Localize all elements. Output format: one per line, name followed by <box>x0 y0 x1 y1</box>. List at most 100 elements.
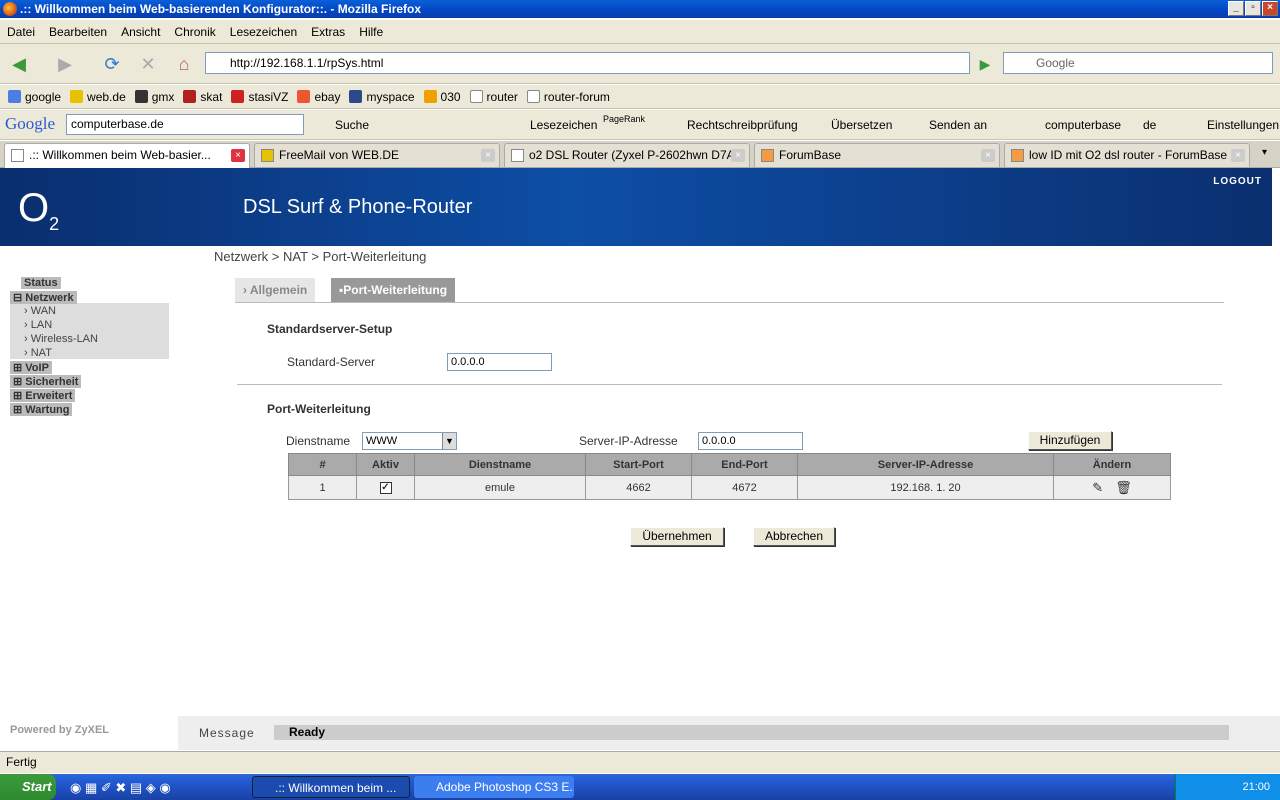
standard-server-input[interactable]: 0.0.0.0 <box>447 353 552 371</box>
myspace-icon <box>349 90 363 103</box>
port-forwarding-table: # Aktiv Dienstname Start-Port End-Port S… <box>288 453 1171 500</box>
message-bar: Message Ready <box>178 716 1280 750</box>
cancel-button[interactable]: Abbrechen <box>753 527 835 546</box>
close-tab-icon[interactable]: × <box>981 149 995 162</box>
menu-chronik[interactable]: Chronik <box>174 25 215 39</box>
close-tab-icon[interactable]: × <box>481 149 495 162</box>
bookmarks-toolbar: google web.de gmx skat stasiVZ ebay mysp… <box>0 85 1280 109</box>
logout-link[interactable]: LOGOUT <box>1213 176 1262 187</box>
sidebar-item-wireless-lan[interactable]: › Wireless-LAN <box>24 333 98 345</box>
settings-button[interactable]: Einstellungen <box>1207 118 1279 132</box>
send-to-button[interactable]: Senden an <box>929 118 987 132</box>
trash-icon[interactable]: 🗑 <box>1115 480 1132 495</box>
forumbase-icon <box>761 149 774 162</box>
bookmark-myspace[interactable]: myspace <box>349 90 415 104</box>
edit-icon[interactable]: ✎ <box>1092 480 1103 495</box>
tab-webde[interactable]: FreeMail von WEB.DE × <box>254 143 500 167</box>
page-icon <box>526 90 540 103</box>
bookmark-google[interactable]: google <box>8 90 61 104</box>
sidebar-item-nat[interactable]: › NAT <box>24 347 52 359</box>
dienstname-select[interactable]: WWW ▼ <box>362 432 457 450</box>
bookmark-ebay[interactable]: ebay <box>297 90 340 104</box>
menu-extras[interactable]: Extras <box>311 25 345 39</box>
system-tray: 21:00 <box>1175 774 1280 800</box>
bookmark-gmx[interactable]: gmx <box>134 90 174 104</box>
add-button[interactable]: Hinzufügen <box>1028 431 1112 450</box>
forumbase-icon <box>1011 149 1024 162</box>
browser-statusbar: Fertig <box>0 751 1280 773</box>
translate-button[interactable]: Übersetzen <box>831 118 892 132</box>
bookmark-router[interactable]: router <box>469 90 518 104</box>
sidebar-item-voip[interactable]: ⊞ VoIP <box>10 361 52 374</box>
quicklaunch-icons[interactable]: ◉ ▦ ✐ ✖ ▤ ◈ ◉ <box>70 780 171 796</box>
menu-bearbeiten[interactable]: Bearbeiten <box>49 25 107 39</box>
tab-allgemein[interactable]: › Allgemein <box>235 278 316 303</box>
windows-taskbar: Start ◉ ▦ ✐ ✖ ▤ ◈ ◉ .:: Willkommen beim … <box>0 774 1280 800</box>
start-port: 4662 <box>585 475 692 500</box>
column-header: End-Port <box>691 453 798 476</box>
close-window-button[interactable]: × <box>1262 1 1278 16</box>
search-input[interactable]: Google <box>1003 52 1273 74</box>
close-tab-icon[interactable]: × <box>231 149 245 162</box>
go-icon[interactable]: ▶ <box>972 51 998 77</box>
menu-datei[interactable]: Datei <box>7 25 35 39</box>
close-tab-icon[interactable]: × <box>1231 149 1245 162</box>
home-icon[interactable]: ⌂ <box>171 51 197 77</box>
active-checkbox[interactable]: ✓ <box>356 475 415 500</box>
computerbase-button[interactable]: computerbase <box>1045 118 1121 132</box>
close-tab-icon[interactable]: × <box>731 149 745 162</box>
window-titlebar: .:: Willkommen beim Web-basierenden Konf… <box>0 0 1280 18</box>
tab-list-icon[interactable]: ▾ <box>1262 147 1267 158</box>
minimize-button[interactable]: _ <box>1228 1 1244 16</box>
server-ip-input[interactable]: 0.0.0.0 <box>698 432 803 450</box>
maximize-button[interactable]: ▫ <box>1245 1 1261 16</box>
task-firefox[interactable]: .:: Willkommen beim ... <box>252 776 410 798</box>
sidebar-item-netzwerk[interactable]: ⊟ Netzwerk <box>10 291 77 304</box>
back-icon[interactable]: ◀ <box>6 51 32 77</box>
tab-port-weiterleitung[interactable]: ▪Port-Weiterleitung <box>331 278 456 303</box>
webde-icon <box>70 90 84 103</box>
spellcheck-button[interactable]: Rechtschreibprüfung <box>687 118 798 132</box>
menu-ansicht[interactable]: Ansicht <box>121 25 160 39</box>
reload-icon[interactable]: ⟳ <box>99 51 125 77</box>
column-header: # <box>288 453 357 476</box>
sidebar-item-sicherheit[interactable]: ⊞ Sicherheit <box>10 375 82 388</box>
stop-icon[interactable]: ✕ <box>135 51 161 77</box>
bookmark-skat[interactable]: skat <box>183 90 222 104</box>
page-icon <box>11 149 24 162</box>
google-search-input[interactable]: computerbase.de <box>66 114 304 135</box>
url-input[interactable]: http://192.168.1.1/rpSys.html <box>205 52 970 74</box>
tab-lowid[interactable]: low ID mit O2 dsl router - ForumBase × <box>1004 143 1250 167</box>
section-title-standardserver: Standardserver-Setup <box>267 322 393 336</box>
sidebar-item-status[interactable]: Status <box>21 277 61 289</box>
service-name: emule <box>414 475 586 500</box>
server-ip: 192.168. 1. 20 <box>797 475 1054 500</box>
breadcrumb: Netzwerk > NAT > Port-Weiterleitung <box>214 249 427 264</box>
ebay-icon <box>297 90 311 103</box>
column-header: Aktiv <box>356 453 415 476</box>
bookmark-router-forum[interactable]: router-forum <box>526 90 610 104</box>
bookmark-stasivz[interactable]: stasiVZ <box>231 90 288 104</box>
sidebar-item-erweitert[interactable]: ⊞ Erweitert <box>10 389 76 402</box>
tab-o2-router[interactable]: o2 DSL Router (Zyxel P-2602hwn D7A... × <box>504 143 750 167</box>
google-bookmarks-button[interactable]: Lesezeichen <box>530 118 597 132</box>
forward-icon[interactable]: ▶ <box>52 51 78 77</box>
bookmark-030[interactable]: 030 <box>423 90 461 104</box>
tab-router[interactable]: .:: Willkommen beim Web-basier... × <box>4 143 250 168</box>
edit-actions: ✎ 🗑 <box>1053 475 1171 500</box>
menu-lesezeichen[interactable]: Lesezeichen <box>230 25 297 39</box>
apply-button[interactable]: Übernehmen <box>630 527 724 546</box>
sidebar-item-wan[interactable]: › WAN <box>24 305 56 317</box>
tab-forumbase[interactable]: ForumBase × <box>754 143 1000 167</box>
checkmark-icon: ✓ <box>379 482 392 494</box>
sidebar-item-wartung[interactable]: ⊞ Wartung <box>10 403 73 416</box>
column-header: Dienstname <box>414 453 586 476</box>
bookmark-webde[interactable]: web.de <box>70 90 126 104</box>
navigation-toolbar: ◀ ▶ ⟳ ✕ ⌂ http://192.168.1.1/rpSys.html … <box>0 44 1280 84</box>
google-search-button[interactable]: Suche <box>335 118 369 132</box>
task-photoshop[interactable]: Adobe Photoshop CS3 E... <box>414 776 574 798</box>
start-button[interactable]: Start <box>0 774 56 800</box>
sidebar-item-lan[interactable]: › LAN <box>24 319 52 331</box>
de-button[interactable]: de <box>1143 118 1156 132</box>
menu-hilfe[interactable]: Hilfe <box>359 25 383 39</box>
